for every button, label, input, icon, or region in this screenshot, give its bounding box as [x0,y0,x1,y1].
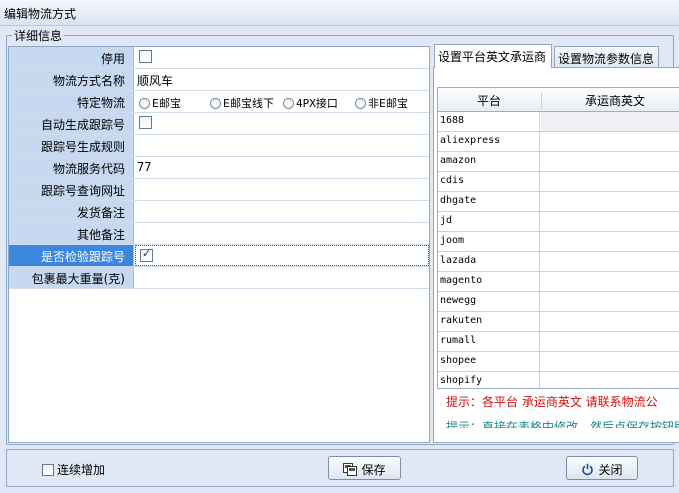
radio-eub-offline[interactable]: E邮宝线下 [210,95,274,111]
edit-hint-teal: 提示：直接在表格中修改，然后点保存按钮即 [446,420,679,428]
tab-platform-carrier[interactable]: 设置平台英文承运商 [434,44,552,68]
carrier-grid: 平台 承运商英文 1688 aliexpress amazon cdis dhg… [437,87,679,389]
disabled-checkbox[interactable] [139,50,152,63]
other-note-label: 其他备注 [9,223,134,244]
tracking-rule-field[interactable] [135,135,429,156]
form-row-special-logistics: 特定物流 E邮宝 E邮宝线下 4PX接口 非E邮宝 [9,91,429,113]
table-row[interactable]: dhgate [438,192,679,212]
header-carrier-en[interactable]: 承运商英文 [541,92,679,109]
form-row-tracking-url: 跟踪号查询网址 [9,179,429,201]
tracking-url-field[interactable] [135,179,429,200]
tab-logistics-params[interactable]: 设置物流参数信息 [554,46,659,67]
shipping-note-label: 发货备注 [9,201,134,222]
radio-eub[interactable]: E邮宝 [139,95,181,111]
header-platform[interactable]: 平台 [438,92,540,109]
form-row-auto-tracking: 自动生成跟踪号 [9,113,429,135]
window-title: 编辑物流方式 [0,0,679,26]
carrier-hint-red: 提示：各平台 承运商英文 请联系物流公 [446,395,658,409]
max-weight-label: 包裹最大重量(克) [9,267,134,288]
table-row[interactable]: lazada [438,252,679,272]
radio-4px-api[interactable]: 4PX接口 [283,95,338,111]
form-row-shipping-note: 发货备注 [9,201,429,223]
tracking-url-label: 跟踪号查询网址 [9,179,134,200]
table-row[interactable]: amazon [438,152,679,172]
service-code-label: 物流服务代码 [9,157,134,178]
continuous-add-label: 连续增加 [57,463,106,477]
table-row[interactable]: newegg [438,292,679,312]
details-form: 停用 物流方式名称 顺风车 特定物流 E邮宝 E邮宝线下 4PX接口 非E邮宝 … [8,46,430,443]
tracking-rule-label: 跟踪号生成规则 [9,135,134,156]
form-row-max-weight: 包裹最大重量(克) [9,267,429,289]
power-icon [581,463,594,477]
shipping-name-field[interactable]: 顺风车 [135,69,429,90]
table-row[interactable]: shopee [438,352,679,372]
table-row[interactable]: rakuten [438,312,679,332]
auto-tracking-label: 自动生成跟踪号 [9,113,134,134]
radio-circle-icon [139,97,150,109]
radio-circle-icon [355,97,366,109]
auto-tracking-checkbox[interactable] [139,116,152,129]
max-weight-field[interactable] [135,267,429,288]
disabled-label: 停用 [9,47,134,68]
form-row-verify-tracking: 是否检验跟踪号 [9,245,429,267]
continuous-add-checkbox[interactable] [42,463,54,476]
grid-header: 平台 承运商英文 [438,88,679,112]
other-note-field[interactable] [135,223,429,244]
details-legend: 详细信息 [12,27,65,44]
form-row-tracking-rule: 跟踪号生成规则 [9,135,429,157]
table-row[interactable]: 1688 [438,112,679,132]
table-row[interactable]: cdis [438,172,679,192]
table-row[interactable]: magento [438,272,679,292]
special-logistics-label: 特定物流 [9,91,134,112]
save-button[interactable]: 保存 [328,456,401,480]
form-row-shipping-name: 物流方式名称 顺风车 [9,69,429,91]
table-row[interactable]: jd [438,212,679,232]
platform-carrier-panel: 平台 承运商英文 1688 aliexpress amazon cdis dhg… [433,67,679,443]
form-row-service-code: 物流服务代码 77 [9,157,429,179]
table-row[interactable]: joom [438,232,679,252]
table-row[interactable]: rumall [438,332,679,352]
shipping-name-label: 物流方式名称 [9,69,134,90]
radio-circle-icon [210,97,221,109]
close-button[interactable]: 关闭 [566,456,638,480]
table-row[interactable]: shopify [438,372,679,388]
shipping-note-field[interactable] [135,201,429,222]
continuous-add-toggle[interactable]: 连续增加 [42,461,105,478]
form-row-disabled: 停用 [9,47,429,69]
save-icon [343,463,358,477]
radio-circle-icon [283,97,294,109]
special-logistics-radios: E邮宝 E邮宝线下 4PX接口 非E邮宝 [135,91,429,112]
service-code-field[interactable]: 77 [135,157,429,178]
verify-tracking-checkbox[interactable] [140,247,153,262]
table-row[interactable]: aliexpress [438,132,679,152]
form-row-other-note: 其他备注 [9,223,429,245]
verify-tracking-label: 是否检验跟踪号 [9,245,134,266]
radio-non-eub[interactable]: 非E邮宝 [355,95,408,111]
